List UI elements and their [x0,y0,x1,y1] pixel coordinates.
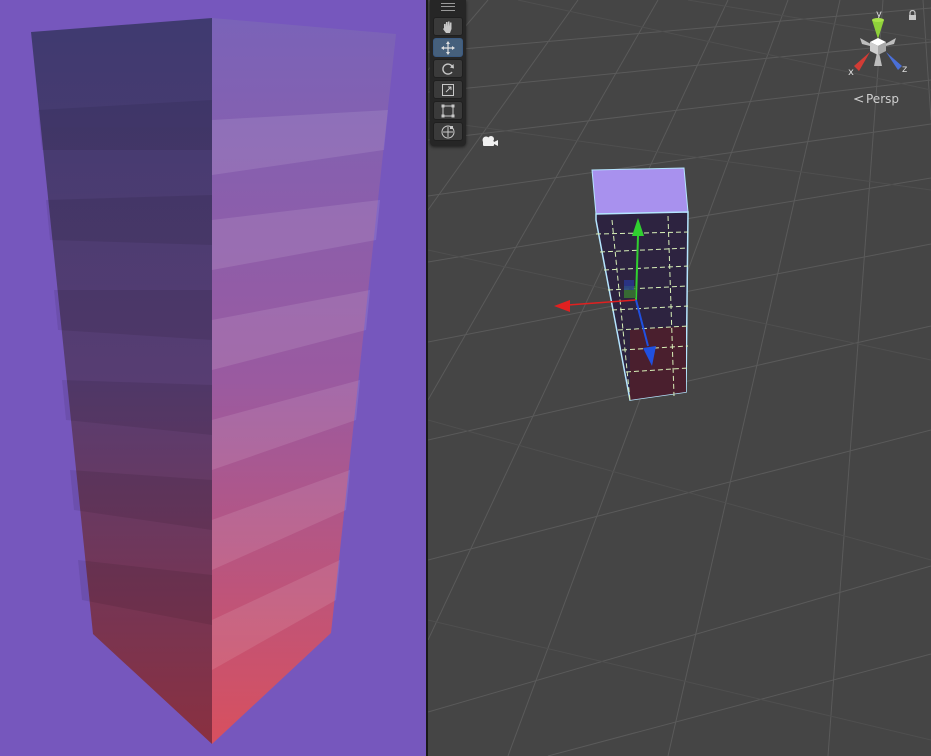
camera-icon[interactable] [480,134,498,148]
transform-tool[interactable] [433,122,463,141]
transform-icon [441,125,455,138]
gizmo-label-x: x [848,67,854,78]
scene-view[interactable]: y x z Persp [428,0,931,756]
perspective-icon [854,95,864,103]
gizmo-x-cone [854,52,870,71]
rotate-icon [442,62,454,75]
hand-tool[interactable] [433,17,463,36]
move-tool[interactable] [433,38,463,57]
orientation-gizmo[interactable]: y x z [848,8,928,80]
selected-box-top [591,167,689,215]
x-handle [554,300,570,312]
gizmo-y-cone [872,20,884,39]
hand-icon [443,21,452,33]
projection-label: Persp [866,92,899,106]
selected-box[interactable] [548,160,828,420]
scale-icon [442,83,454,96]
tool-palette [430,0,466,146]
gizmo-label-z: z [902,64,907,75]
tall-box-render [31,18,396,744]
grip-icon[interactable] [441,3,455,11]
rect-icon [441,104,455,117]
game-view[interactable] [0,0,426,756]
scale-tool[interactable] [433,80,463,99]
projection-toggle[interactable]: Persp [854,92,899,106]
gizmo-z-cone [886,52,902,70]
rotate-tool[interactable] [433,59,463,78]
move-icon [441,40,455,55]
rect-tool[interactable] [433,101,463,120]
